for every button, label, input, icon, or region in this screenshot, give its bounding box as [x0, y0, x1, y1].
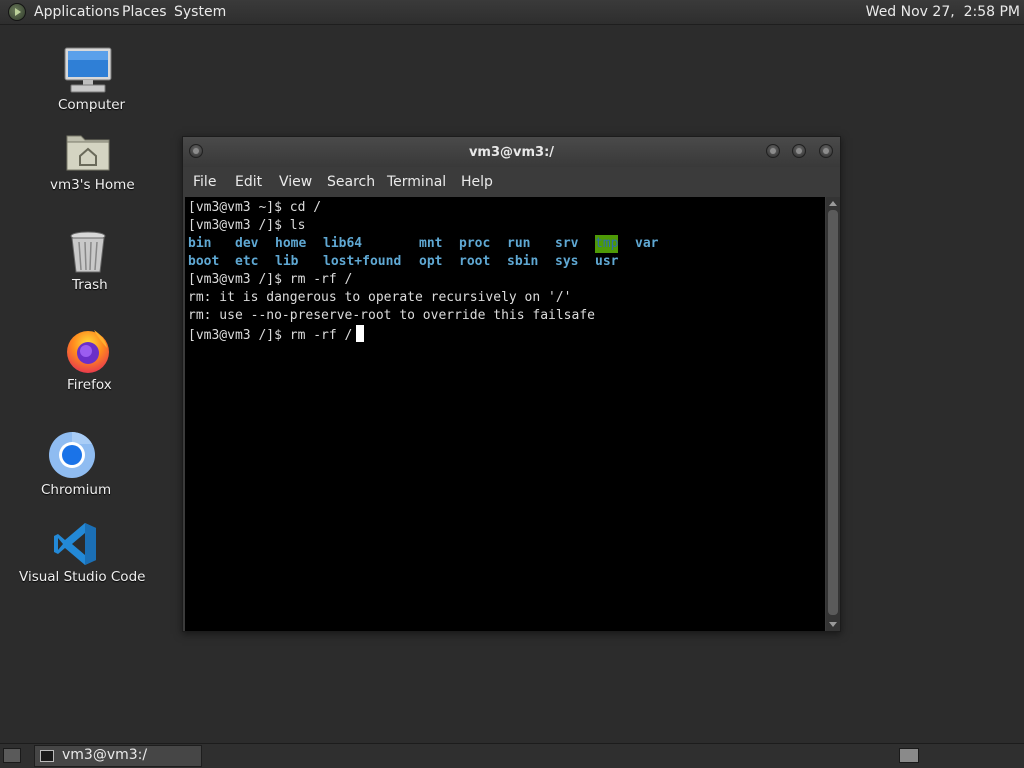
ls-dir-entry: dev [235, 236, 259, 251]
ls-dir-entry: srv [555, 236, 579, 251]
terminal-output[interactable]: [vm3@vm3 ~]$ cd / [vm3@vm3 /]$ ls bin de… [185, 197, 825, 631]
terminal-scrollbar[interactable] [826, 197, 840, 631]
ls-dir-entry: bin [188, 236, 212, 251]
ls-dir-entry: lost+found [323, 254, 402, 269]
chromium-icon [49, 432, 95, 478]
system-menu[interactable]: System [174, 4, 226, 20]
terminal-line: [vm3@vm3 /]$ rm -rf / [188, 272, 353, 287]
ls-output-row-1: bin dev home lib64 mnt proc run srv tmp … [188, 235, 818, 253]
scroll-down-arrow-icon[interactable] [829, 622, 837, 627]
ls-dir-entry: root [459, 254, 491, 269]
desktop-icon-trash[interactable]: Trash [40, 228, 136, 298]
computer-icon [64, 47, 112, 93]
menu-terminal[interactable]: Terminal [387, 174, 446, 190]
menu-view[interactable]: View [279, 174, 312, 190]
desktop-icon-label: Visual Studio Code [19, 569, 146, 585]
bottom-panel: vm3@vm3:/ [0, 743, 1024, 768]
ls-dir-entry: mnt [419, 236, 443, 251]
trash-icon [70, 231, 106, 273]
clock[interactable]: Wed Nov 27, 2:58 PM [866, 4, 1020, 20]
terminal-menubar: File Edit View Search Terminal Help [183, 167, 840, 196]
show-desktop-icon[interactable] [3, 748, 21, 763]
terminal-window[interactable]: vm3@vm3:/ File Edit View Search Terminal… [182, 136, 841, 632]
terminal-line: [vm3@vm3 ~]$ cd / [188, 200, 322, 215]
terminal-line: [vm3@vm3 /]$ ls [188, 218, 306, 233]
ls-dir-entry: sbin [507, 254, 539, 269]
ls-dir-entry: home [275, 236, 307, 251]
desktop-icon-label: vm3's Home [50, 177, 135, 193]
firefox-icon [67, 330, 109, 373]
ls-dir-entry: sys [555, 254, 579, 269]
ls-output-row-2: boot etc lib lost+found opt root sbin sy… [188, 253, 818, 271]
minimize-button[interactable] [766, 144, 780, 158]
terminal-prompt-line: [vm3@vm3 /]$ rm -rf / [188, 325, 365, 343]
menu-file[interactable]: File [193, 174, 216, 190]
ls-dir-entry: lib [275, 254, 299, 269]
menu-edit[interactable]: Edit [235, 174, 262, 190]
applications-menu[interactable]: Applications [34, 4, 120, 20]
ls-dir-entry: lib64 [323, 236, 363, 251]
menu-search[interactable]: Search [327, 174, 375, 190]
ls-dir-entry: run [507, 236, 531, 251]
desktop-icon-home[interactable]: vm3's Home [40, 128, 136, 198]
desktop-icon-label: Trash [72, 277, 108, 293]
scroll-up-arrow-icon[interactable] [829, 201, 837, 206]
terminal-line: rm: it is dangerous to operate recursive… [188, 290, 572, 305]
close-button[interactable] [819, 144, 833, 158]
taskbar-task-label: vm3@vm3:/ [62, 747, 148, 763]
home-folder-icon [66, 135, 110, 171]
top-panel: Applications Places System Wed Nov 27, 2… [0, 0, 1024, 25]
vscode-icon [54, 523, 96, 565]
text-cursor [356, 325, 365, 342]
ls-dir-entry: var [635, 236, 659, 251]
ls-dir-entry: etc [235, 254, 259, 269]
desktop-icon-chromium[interactable]: Chromium [22, 428, 122, 502]
places-menu[interactable]: Places [122, 4, 167, 20]
desktop-icon-label: Computer [58, 97, 126, 113]
ls-dir-entry-highlighted: tmp [595, 235, 619, 253]
maximize-button[interactable] [792, 144, 806, 158]
ls-dir-entry: boot [188, 254, 220, 269]
ls-dir-entry: proc [459, 236, 491, 251]
ls-dir-entry: usr [595, 254, 619, 269]
window-title: vm3@vm3:/ [468, 145, 555, 160]
desktop-icon-vscode[interactable]: Visual Studio Code [10, 518, 145, 590]
desktop-icon-firefox[interactable]: Firefox [40, 324, 136, 398]
scrollbar-thumb[interactable] [828, 210, 838, 615]
menu-help[interactable]: Help [461, 174, 493, 190]
prompt-text: [vm3@vm3 /]$ rm -rf / [188, 328, 353, 343]
terminal-line: rm: use --no-preserve-root to override t… [188, 308, 595, 323]
terminal-icon [40, 750, 54, 762]
desktop-icon-computer[interactable]: Computer [40, 44, 136, 114]
window-titlebar[interactable]: vm3@vm3:/ [183, 137, 840, 167]
workspace-switcher[interactable] [899, 748, 919, 763]
distro-logo-icon[interactable] [8, 3, 26, 21]
desktop-icon-label: Chromium [41, 482, 112, 498]
ls-dir-entry: opt [419, 254, 443, 269]
taskbar-terminal-button[interactable]: vm3@vm3:/ [34, 745, 202, 767]
desktop-icon-label: Firefox [67, 377, 112, 393]
